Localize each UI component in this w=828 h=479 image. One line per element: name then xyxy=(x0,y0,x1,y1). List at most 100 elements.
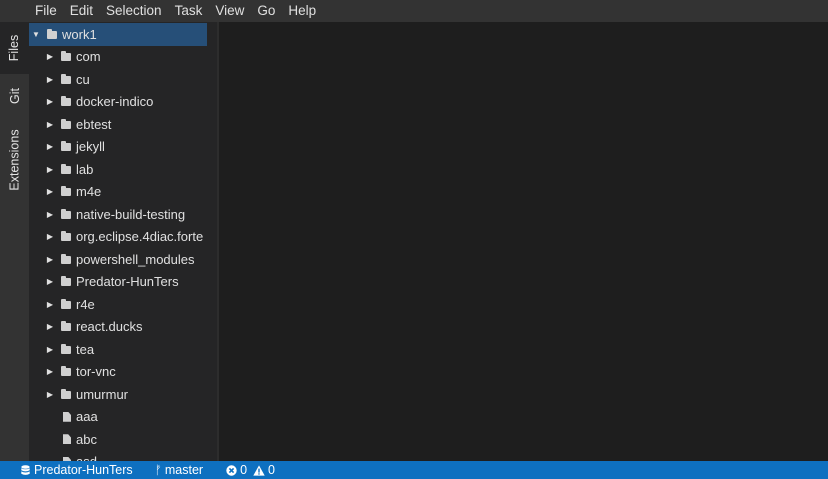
tree-file[interactable]: asd xyxy=(29,451,217,461)
menu-selection[interactable]: Selection xyxy=(100,0,169,22)
tree-folder[interactable]: ▶ tor-vnc xyxy=(29,361,217,384)
tree-folder[interactable]: ▶ lab xyxy=(29,158,217,181)
tree-folder-label: native-build-testing xyxy=(76,206,186,222)
tree-folder-label: tea xyxy=(76,341,95,357)
tree-folder[interactable]: ▶ native-build-testing xyxy=(29,203,217,226)
tab-extensions-label: Extensions xyxy=(7,129,22,191)
chevron-right-icon[interactable]: ▶ xyxy=(45,367,55,376)
chevron-right-icon[interactable]: ▶ xyxy=(45,75,55,84)
tree-file[interactable]: aaa xyxy=(29,406,217,429)
tree-folder-label: docker-indico xyxy=(76,94,154,110)
tree-file[interactable]: abc xyxy=(29,428,217,451)
file-icon xyxy=(63,434,71,445)
tab-git-label: Git xyxy=(7,88,22,104)
tree-file-label: aaa xyxy=(76,409,98,425)
folder-icon xyxy=(61,96,71,107)
tree-folder-label: Predator-HunTers xyxy=(76,274,179,290)
tree-folder[interactable]: ▶ cu xyxy=(29,68,217,91)
tree-folder[interactable]: ▶ Predator-HunTers xyxy=(29,271,217,294)
chevron-right-icon[interactable]: ▶ xyxy=(45,255,55,264)
status-branch[interactable]: ᚠ master xyxy=(133,463,203,477)
tree-folder-label: jekyll xyxy=(76,139,105,155)
chevron-right-icon[interactable]: ▶ xyxy=(45,322,55,331)
folder-icon xyxy=(61,163,71,174)
activity-bar: Files Git Extensions xyxy=(0,22,29,461)
folder-icon xyxy=(61,73,71,84)
tree-folder[interactable]: ▶ jekyll xyxy=(29,136,217,159)
tree-folder-label: powershell_modules xyxy=(76,251,195,267)
folder-icon xyxy=(61,186,71,197)
tree-folder-label: com xyxy=(76,49,101,65)
tree-folder[interactable]: ▶ ebtest xyxy=(29,113,217,136)
chevron-right-icon[interactable]: ▶ xyxy=(45,345,55,354)
tree-folder-label: ebtest xyxy=(76,116,112,132)
chevron-right-icon[interactable]: ▶ xyxy=(45,232,55,241)
database-icon xyxy=(21,464,30,475)
tree-folder[interactable]: ▶ react.ducks xyxy=(29,316,217,339)
folder-icon xyxy=(61,321,71,332)
folder-icon xyxy=(61,343,71,354)
editor-area[interactable] xyxy=(219,22,828,461)
chevron-right-icon[interactable]: ▶ xyxy=(45,390,55,399)
status-workspace[interactable]: Predator-HunTers xyxy=(0,463,133,477)
folder-icon xyxy=(47,28,57,39)
menu-view[interactable]: View xyxy=(209,0,251,22)
folder-icon xyxy=(61,276,71,287)
file-icon xyxy=(63,411,71,422)
tree-root-label: work1 xyxy=(62,26,97,42)
status-errors-count: 0 xyxy=(240,463,248,477)
menu-task[interactable]: Task xyxy=(169,0,210,22)
status-branch-label: master xyxy=(164,463,204,477)
chevron-right-icon[interactable]: ▶ xyxy=(45,300,55,309)
tree-folder-label: tor-vnc xyxy=(76,364,116,380)
menu-bar: File Edit Selection Task View Go Help xyxy=(0,0,828,22)
tree-folder-label: cu xyxy=(76,71,90,87)
chevron-right-icon[interactable]: ▶ xyxy=(45,52,55,61)
tree-folder[interactable]: ▶ com xyxy=(29,46,217,69)
menu-go[interactable]: Go xyxy=(251,0,282,22)
tree-folder[interactable]: ▶ powershell_modules xyxy=(29,248,217,271)
warning-icon xyxy=(253,464,265,476)
tree-folder-label: org.eclipse.4diac.forte xyxy=(76,229,204,245)
status-workspace-label: Predator-HunTers xyxy=(34,463,133,477)
tree-folder[interactable]: ▶ umurmur xyxy=(29,383,217,406)
tree-folder[interactable]: ▶ docker-indico xyxy=(29,91,217,114)
chevron-down-icon[interactable]: ▼ xyxy=(31,30,41,39)
folder-icon xyxy=(61,141,71,152)
tree-folder[interactable]: ▶ org.eclipse.4diac.forte xyxy=(29,226,217,249)
tree-folder-label: m4e xyxy=(76,184,102,200)
tree-folder-label: r4e xyxy=(76,296,95,312)
tab-files-label: Files xyxy=(7,34,22,62)
status-problems[interactable]: 0 0 xyxy=(203,463,275,477)
tree-folder[interactable]: ▶ tea xyxy=(29,338,217,361)
status-warnings-count: 0 xyxy=(268,463,275,477)
folder-icon xyxy=(61,253,71,264)
status-bar: Predator-HunTers ᚠ master 0 0 xyxy=(0,461,828,479)
tree-root-work1[interactable]: ▼ work1 xyxy=(29,23,207,46)
folder-icon xyxy=(61,366,71,377)
tab-git[interactable]: Git xyxy=(0,74,29,118)
tree-file-label: asd xyxy=(76,454,97,461)
menu-help[interactable]: Help xyxy=(282,0,323,22)
tree-folder-label: umurmur xyxy=(76,386,129,402)
folder-icon xyxy=(61,118,71,129)
error-icon xyxy=(226,464,237,476)
tab-extensions[interactable]: Extensions xyxy=(0,118,29,202)
git-branch-icon: ᚠ xyxy=(154,463,162,477)
folder-icon xyxy=(61,298,71,309)
menu-edit[interactable]: Edit xyxy=(64,0,100,22)
chevron-right-icon[interactable]: ▶ xyxy=(45,277,55,286)
tree-folder[interactable]: ▶ r4e xyxy=(29,293,217,316)
tree-folder-label: lab xyxy=(76,161,94,177)
tree-file-label: abc xyxy=(76,431,97,447)
chevron-right-icon[interactable]: ▶ xyxy=(45,120,55,129)
chevron-right-icon[interactable]: ▶ xyxy=(45,97,55,106)
chevron-right-icon[interactable]: ▶ xyxy=(45,210,55,219)
tab-files[interactable]: Files xyxy=(0,22,29,74)
chevron-right-icon[interactable]: ▶ xyxy=(45,142,55,151)
tree-folder[interactable]: ▶ m4e xyxy=(29,181,217,204)
menu-file[interactable]: File xyxy=(29,0,64,22)
file-explorer: ▼ work1 ▶ com ▶ cu ▶ docker-indico ▶ ebtest ▶ jek… xyxy=(29,22,217,461)
chevron-right-icon[interactable]: ▶ xyxy=(45,187,55,196)
chevron-right-icon[interactable]: ▶ xyxy=(45,165,55,174)
